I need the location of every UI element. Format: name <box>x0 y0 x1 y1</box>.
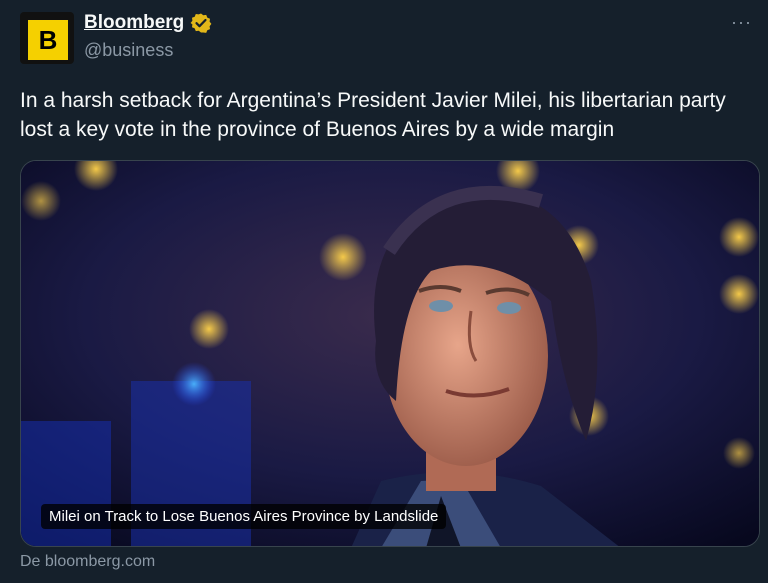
avatar-logo: B <box>28 20 68 60</box>
display-name[interactable]: Bloomberg <box>84 12 184 34</box>
handle[interactable]: @business <box>84 40 173 61</box>
verified-badge-icon[interactable] <box>190 12 212 34</box>
tweet[interactable]: B Bloomberg @business ··· In a harsh set… <box>0 0 768 583</box>
card-source[interactable]: De bloomberg.com <box>20 553 155 571</box>
avatar[interactable]: B <box>20 12 74 64</box>
article-image <box>21 161 759 546</box>
author-name-row: Bloomberg <box>84 12 212 34</box>
tweet-text: In a harsh setback for Argentina’s Presi… <box>20 89 726 141</box>
more-options-icon[interactable]: ··· <box>731 12 752 33</box>
card-headline[interactable]: Milei on Track to Lose Buenos Aires Prov… <box>41 504 447 529</box>
link-card[interactable]: Milei on Track to Lose Buenos Aires Prov… <box>20 160 760 547</box>
